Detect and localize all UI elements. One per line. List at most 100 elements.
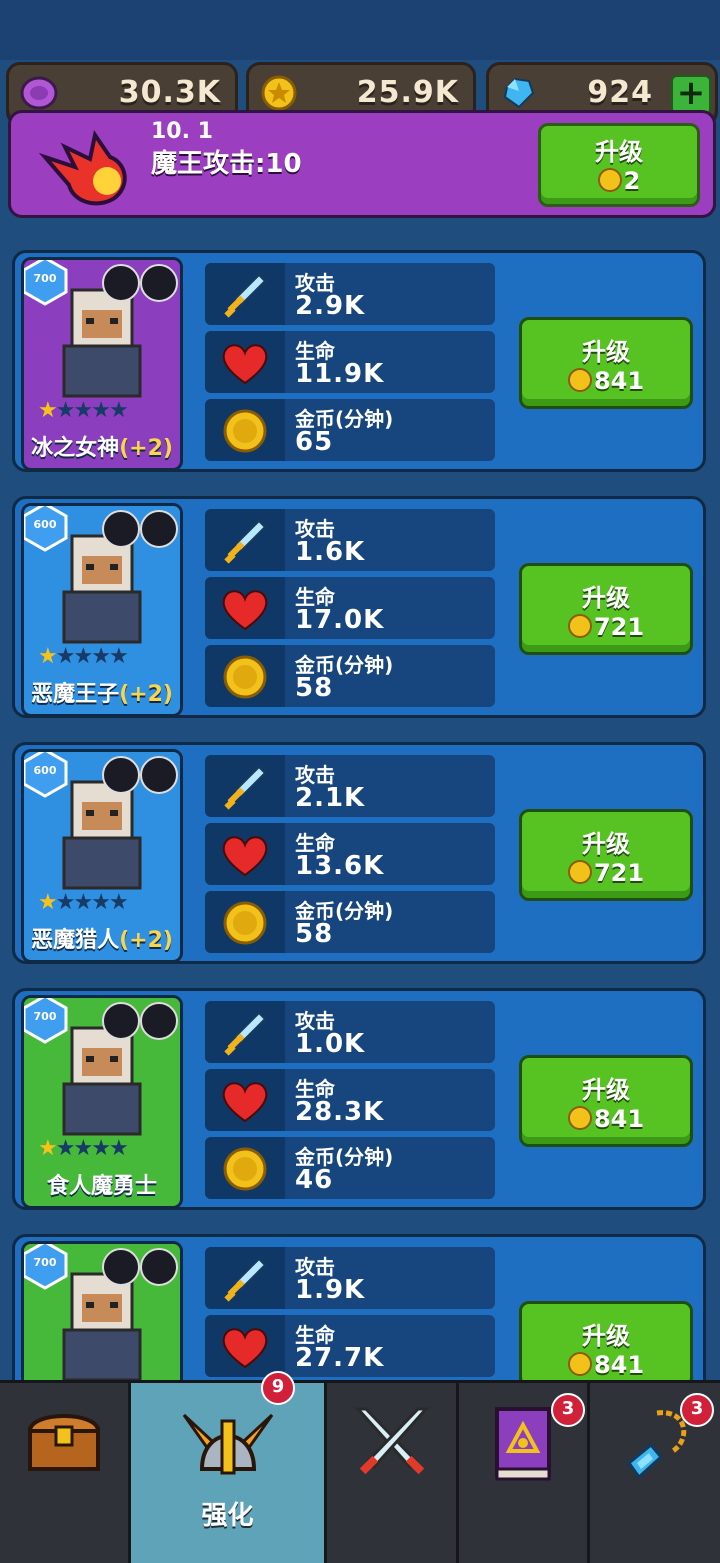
class-badge-icon xyxy=(102,510,140,548)
hp-stat: 生命 17.0K xyxy=(205,577,495,639)
weapon-badge-icon xyxy=(140,1002,178,1040)
add-gems-button[interactable]: + xyxy=(671,75,711,115)
hero-power: 700 xyxy=(33,272,57,285)
coin-icon xyxy=(567,1106,592,1130)
hero-panel: 700 ★★★★★ 冰之女神(+2) 攻击 2.9K 生命 11.9K 金币(分… xyxy=(12,250,706,472)
hp-stat: 生命 28.3K xyxy=(205,1069,495,1131)
hero-upgrade-button[interactable]: 升级 721 xyxy=(519,809,693,901)
hero-power: 700 xyxy=(33,1010,57,1023)
class-badge-icon xyxy=(102,1002,140,1040)
star-empty-icon: ★ xyxy=(108,890,129,915)
hero-power: 600 xyxy=(33,764,57,777)
upgrade-label: 升级 xyxy=(582,338,630,366)
coin-icon xyxy=(567,1352,592,1376)
gold-coin-icon xyxy=(261,75,297,111)
hp-stat: 生命 27.7K xyxy=(205,1315,495,1377)
attack-value: 1.9K xyxy=(295,1275,366,1305)
boss-upgrade-label: 升级 xyxy=(595,138,643,166)
star-filled-icon: ★ xyxy=(38,398,58,423)
hero-panel: 600 ★★★★★ 恶魔王子(+2) 攻击 1.6K 生命 17.0K 金币(分… xyxy=(12,496,706,718)
treasure-chest-icon xyxy=(27,1414,101,1471)
notification-badge: 3 xyxy=(551,1393,585,1427)
star-filled-icon: ★ xyxy=(38,1136,58,1161)
hero-card[interactable]: 600 ★★★★★ 恶魔猎人(+2) xyxy=(21,749,183,963)
hero-card[interactable]: 600 ★★★★★ 恶魔王子(+2) xyxy=(21,503,183,717)
bottom-nav: 强化 9 3 3 xyxy=(0,1371,720,1563)
hero-name: 食人魔勇士 xyxy=(24,1168,180,1200)
hp-value: 28.3K xyxy=(295,1097,385,1127)
heart-icon xyxy=(222,836,268,877)
coin-icon xyxy=(597,168,622,192)
heart-icon xyxy=(222,344,268,385)
hero-card[interactable]: 700 ★★★★★ 冰之女神(+2) xyxy=(21,257,183,471)
gem-amount: 924 xyxy=(587,75,653,110)
coin-rate-stat: 金币(分钟) 58 xyxy=(205,891,495,953)
boss-upgrade-cost: 2 xyxy=(623,167,641,195)
gold-coin-icon xyxy=(223,409,267,453)
star-empty-icon: ★ xyxy=(73,398,93,423)
star-empty-icon: ★ xyxy=(55,644,76,669)
class-badge-icon xyxy=(102,1248,140,1286)
coin-rate-value: 46 xyxy=(295,1165,334,1195)
hp-value: 13.6K xyxy=(295,851,385,881)
sword-icon xyxy=(224,273,267,318)
star-filled-icon: ★ xyxy=(38,890,58,915)
boss-upgrade-button[interactable]: 升级 2 xyxy=(538,123,700,207)
gold-coin-icon xyxy=(223,1147,267,1191)
hero-stars: ★★★★★ xyxy=(38,644,129,669)
hp-value: 17.0K xyxy=(295,605,385,635)
coin-rate-value: 58 xyxy=(295,673,334,703)
hero-upgrade-button[interactable]: 升级 721 xyxy=(519,563,693,655)
hero-card[interactable]: 700 ★★★★★ 食人魔勇士 xyxy=(21,995,183,1209)
star-empty-icon: ★ xyxy=(91,1136,111,1161)
upgrade-label: 升级 xyxy=(582,584,630,612)
attack-value: 2.9K xyxy=(295,291,366,321)
attack-value: 1.6K xyxy=(295,537,366,567)
hero-bonus: (+2) xyxy=(119,682,173,707)
class-badge-icon xyxy=(102,264,140,302)
boss-attack: 魔王攻击:10 xyxy=(151,149,302,179)
winged-helmet-icon xyxy=(182,1413,273,1475)
star-empty-icon: ★ xyxy=(55,398,76,423)
tab-battle[interactable] xyxy=(327,1383,459,1563)
hero-stars: ★★★★★ xyxy=(38,1136,129,1161)
star-empty-icon: ★ xyxy=(108,1136,129,1161)
weapon-badge-icon xyxy=(140,264,178,302)
attack-stat: 攻击 2.9K xyxy=(205,263,495,325)
star-empty-icon: ★ xyxy=(91,398,111,423)
status-area xyxy=(0,0,720,60)
boss-level: 10. 1 xyxy=(151,119,213,144)
hero-upgrade-button[interactable]: 升级 841 xyxy=(519,317,693,409)
hero-name: 恶魔王子(+2) xyxy=(24,676,180,708)
hp-value: 27.7K xyxy=(295,1343,385,1373)
tab-label: 强化 xyxy=(201,1501,254,1531)
attack-value: 1.0K xyxy=(295,1029,366,1059)
hero-power: 700 xyxy=(33,1256,57,1269)
sword-icon xyxy=(224,765,267,810)
hero-upgrade-button[interactable]: 升级 841 xyxy=(519,1055,693,1147)
star-empty-icon: ★ xyxy=(91,644,111,669)
tab-treasure[interactable] xyxy=(0,1383,131,1563)
coin-rate-stat: 金币(分钟) 58 xyxy=(205,645,495,707)
coin-rate-value: 65 xyxy=(295,427,334,457)
coin-icon xyxy=(567,368,592,392)
tab-spellbook[interactable]: 3 xyxy=(459,1383,590,1563)
hero-bonus: (+2) xyxy=(119,928,173,953)
hero-name-text: 恶魔王子 xyxy=(31,682,120,707)
upgrade-label: 升级 xyxy=(582,830,630,858)
attack-stat: 攻击 1.0K xyxy=(205,1001,495,1063)
tab-amulet[interactable]: 3 xyxy=(590,1383,720,1563)
notification-badge: 9 xyxy=(261,1371,295,1405)
purple-orb-icon xyxy=(20,76,58,110)
tab-upgrade[interactable]: 强化 9 xyxy=(131,1371,327,1563)
hero-name-text: 食人魔勇士 xyxy=(46,1174,157,1199)
upgrade-cost: 841 xyxy=(593,1105,645,1133)
hero-power: 600 xyxy=(33,518,57,531)
hp-value: 11.9K xyxy=(295,359,385,389)
upgrade-label: 升级 xyxy=(582,1322,630,1350)
star-filled-icon: ★ xyxy=(38,644,58,669)
attack-stat: 攻击 1.9K xyxy=(205,1247,495,1309)
hp-stat: 生命 13.6K xyxy=(205,823,495,885)
hero-name: 恶魔猎人(+2) xyxy=(24,922,180,954)
spellbook-icon xyxy=(495,1407,551,1481)
